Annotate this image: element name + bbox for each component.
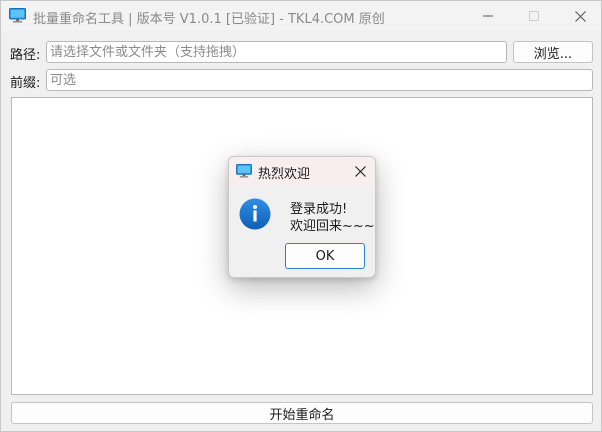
title-bar: 批量重命名工具 | 版本号 V1.0.1 [已验证] - TKL4.COM 原创 [1,1,601,31]
start-rename-button[interactable]: 开始重命名 [11,402,593,424]
close-icon [354,165,366,177]
dialog-title-bar: 热烈欢迎 [229,157,375,185]
browse-button[interactable]: 浏览... [513,41,593,63]
minimize-icon [483,15,493,17]
maximize-button[interactable] [511,1,557,31]
prefix-label: 前缀: [10,76,41,91]
main-window: 批量重命名工具 | 版本号 V1.0.1 [已验证] - TKL4.COM 原创… [0,0,602,432]
close-icon [574,10,586,22]
dialog-title: 热烈欢迎 [258,167,311,182]
path-input[interactable] [46,41,507,63]
welcome-dialog: 热烈欢迎 登录成功! 欢迎回来~~~ OK [228,156,376,278]
minimize-button[interactable] [465,1,511,31]
dialog-message-line2: 欢迎回来~~~ [290,219,375,234]
dialog-close-button[interactable] [349,161,371,181]
info-icon [239,198,271,230]
close-button[interactable] [557,1,602,31]
monitor-icon [9,8,26,23]
window-title: 批量重命名工具 | 版本号 V1.0.1 [已验证] - TKL4.COM 原创 [33,12,385,27]
ok-button[interactable]: OK [285,243,365,269]
path-label: 路径: [10,48,41,63]
monitor-icon [236,164,252,178]
prefix-input[interactable] [46,69,593,91]
maximize-icon [529,11,539,21]
